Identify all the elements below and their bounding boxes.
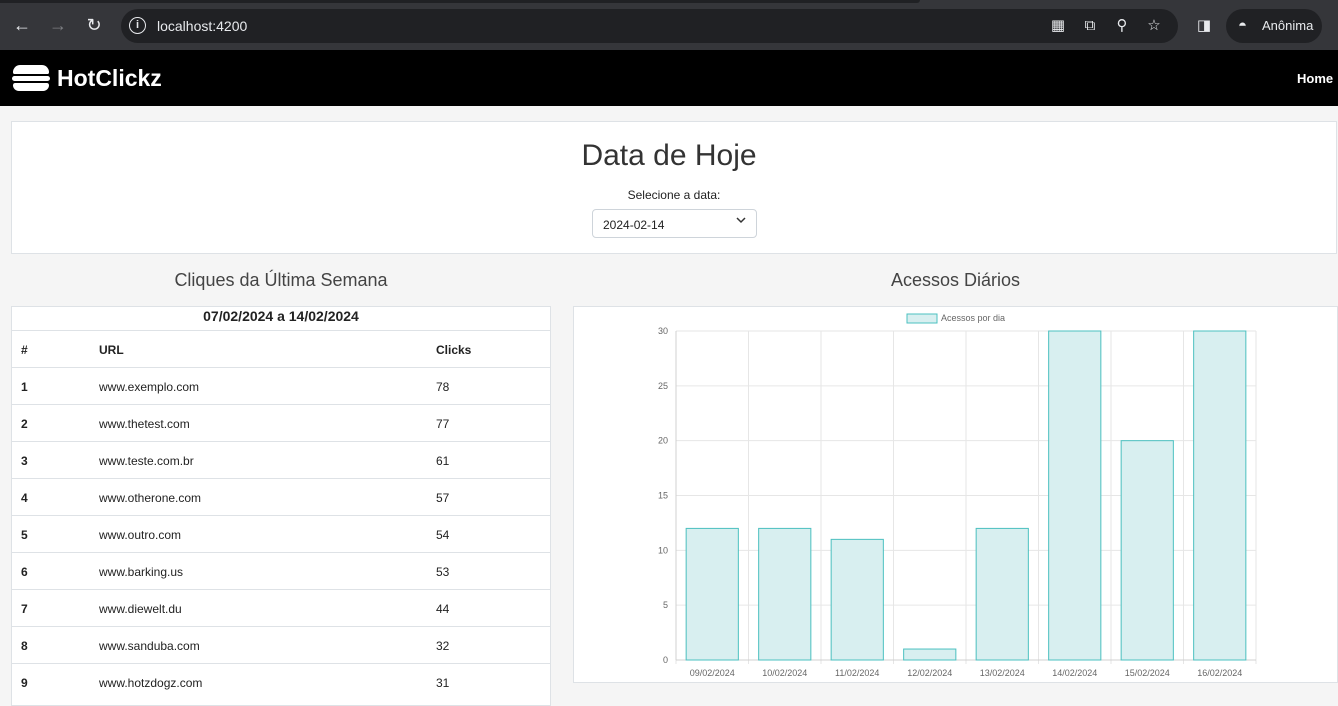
row-divider (11, 478, 551, 479)
row-index: 7 (21, 602, 28, 616)
row-divider (11, 441, 551, 442)
x-tick-label: 09/02/2024 (690, 668, 735, 678)
row-divider (11, 626, 551, 627)
row-divider (11, 589, 551, 590)
row-index: 1 (21, 380, 28, 394)
y-tick-label: 25 (658, 381, 668, 391)
y-tick-label: 10 (658, 545, 668, 555)
row-url: www.teste.com.br (99, 454, 194, 468)
x-tick-label: 10/02/2024 (762, 668, 807, 678)
column-header-url: URL (99, 343, 124, 357)
row-url: www.sanduba.com (99, 639, 200, 653)
row-url: www.exemplo.com (99, 380, 200, 394)
zoom-icon[interactable]: ⚲ (1112, 16, 1132, 36)
date-range: 07/02/2024 a 14/02/2024 (203, 308, 359, 324)
row-url: www.hotzdogz.com (99, 676, 203, 690)
y-tick-label: 30 (658, 326, 668, 336)
y-tick-label: 0 (663, 655, 668, 665)
row-clicks: 32 (436, 639, 450, 653)
qr-code-icon[interactable]: ▦ (1048, 16, 1068, 36)
row-url: www.diewelt.du (99, 602, 182, 616)
row-clicks: 57 (436, 491, 450, 505)
row-index: 5 (21, 528, 28, 542)
date-select-label: Selecione a data: (627, 188, 721, 202)
row-clicks: 44 (436, 602, 450, 616)
row-index: 8 (21, 639, 28, 653)
column-header-clicks: Clicks (436, 343, 472, 357)
chart-bar (1048, 330, 1102, 661)
x-tick-label: 12/02/2024 (907, 668, 952, 678)
chart-bar (830, 538, 884, 661)
chart-bar (1193, 330, 1247, 661)
y-tick-label: 15 (658, 491, 668, 501)
row-clicks: 31 (436, 676, 450, 690)
bookmark-star-icon[interactable]: ☆ (1144, 16, 1164, 36)
divider (11, 330, 551, 331)
side-panel-icon[interactable]: ◨ (1194, 16, 1214, 36)
daily-access-chart: 0 5 10 15 20 25 30 09/02/2024 10/02/2024 11/02/20… (658, 313, 1257, 678)
x-tick-label: 13/02/2024 (980, 668, 1025, 678)
y-tick-label: 5 (663, 600, 668, 610)
row-clicks: 54 (436, 528, 450, 542)
nav-home-link[interactable]: Home (1297, 71, 1333, 87)
row-divider (11, 552, 551, 553)
brand-name[interactable]: HotClickz (57, 64, 162, 92)
chevron-down-icon (736, 217, 746, 224)
date-select-value: 2024-02-14 (603, 218, 665, 232)
row-divider (11, 404, 551, 405)
legend-label: Acessos por dia (941, 313, 1005, 323)
row-index: 2 (21, 417, 28, 431)
browser-toolbar: ← → ↻ i localhost:4200 ▦ ⧉ ⚲ ☆ ◨ ◓ Anôni… (0, 0, 1338, 50)
url-text[interactable]: localhost:4200 (157, 17, 247, 35)
translate-icon[interactable]: ⧉ (1080, 16, 1100, 36)
y-tick-label: 20 (658, 436, 668, 446)
row-url: www.barking.us (99, 565, 184, 579)
page-title: Data de Hoje (581, 139, 757, 172)
chart-bar (1120, 440, 1174, 661)
x-tick-label: 15/02/2024 (1125, 668, 1170, 678)
row-index: 3 (21, 454, 28, 468)
row-index: 9 (21, 676, 28, 690)
row-clicks: 61 (436, 454, 450, 468)
row-clicks: 53 (436, 565, 450, 579)
row-index: 4 (21, 491, 28, 505)
chart-bar (685, 527, 739, 661)
column-header-index: # (21, 343, 28, 357)
date-select[interactable]: 2024-02-14 (592, 209, 757, 238)
row-url: www.thetest.com (99, 417, 190, 431)
x-tick-label: 11/02/2024 (835, 668, 879, 678)
profile-label: Anônima (1262, 18, 1314, 33)
back-icon[interactable]: ← (10, 13, 34, 37)
app-navbar (0, 50, 1338, 106)
reload-icon[interactable]: ↻ (82, 13, 106, 37)
tab-strip (0, 0, 920, 3)
row-clicks: 78 (436, 380, 450, 394)
forward-icon[interactable]: → (46, 13, 70, 37)
incognito-icon: ◓ (1238, 17, 1248, 34)
row-clicks: 77 (436, 417, 450, 431)
row-divider (11, 515, 551, 516)
chart-bar (975, 527, 1029, 661)
x-tick-label: 14/02/2024 (1052, 668, 1097, 678)
clicks-table (11, 306, 551, 706)
site-info-icon[interactable]: i (129, 17, 146, 34)
address-bar[interactable] (121, 9, 1178, 43)
row-url: www.otherone.com (99, 491, 202, 505)
row-divider (11, 367, 551, 368)
x-tick-label: 16/02/2024 (1197, 668, 1242, 678)
daily-access-title: Acessos Diários (890, 270, 1021, 290)
chart-bar (903, 648, 957, 661)
row-url: www.outro.com (99, 528, 182, 542)
chart-bar (758, 527, 812, 661)
row-divider (11, 663, 551, 664)
legend-swatch (906, 313, 938, 324)
hotdog-logo-icon[interactable] (12, 65, 50, 91)
weekly-clicks-title: Cliques da Última Semana (174, 270, 388, 290)
row-index: 6 (21, 565, 28, 579)
